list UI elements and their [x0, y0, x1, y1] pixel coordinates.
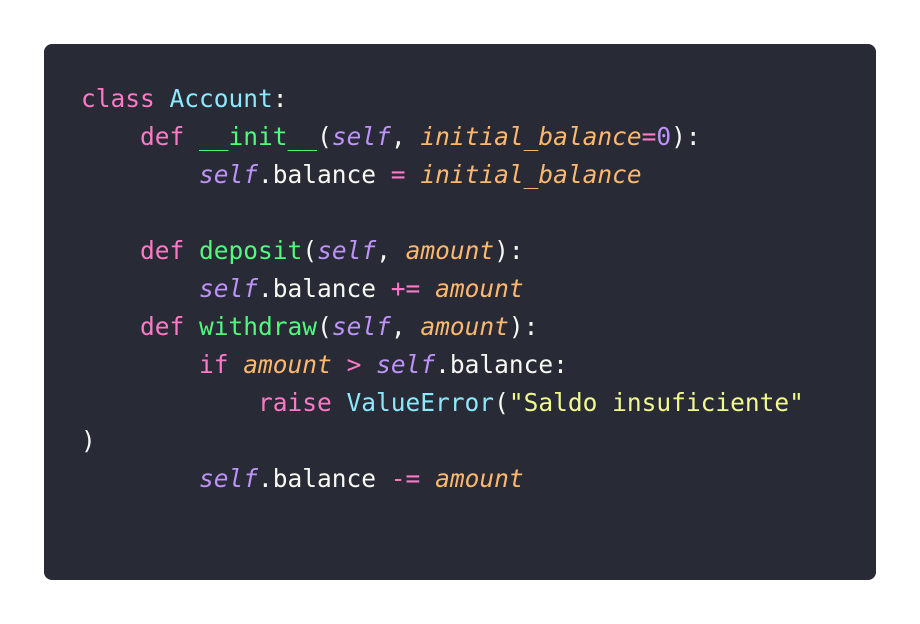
- code-block: class Account: def __init__(self, initia…: [81, 80, 804, 498]
- code-token: ):: [494, 236, 524, 265]
- code-token: -=: [390, 464, 421, 493]
- code-line: if amount > self.balance:: [81, 346, 804, 384]
- code-token: def: [140, 122, 185, 151]
- code-line: ): [81, 422, 804, 460]
- code-token: amount: [435, 274, 524, 303]
- code-line: self.balance += amount: [81, 270, 804, 308]
- code-token: .balance: [258, 274, 391, 303]
- code-token: amount: [420, 312, 509, 341]
- code-token: ):: [508, 312, 539, 341]
- code-token: withdraw: [199, 312, 318, 341]
- code-line: class Account:: [81, 80, 804, 118]
- code-token: (: [317, 312, 332, 341]
- code-token: =: [641, 122, 657, 151]
- code-token: +=: [390, 274, 421, 303]
- code-token: .balance: [258, 464, 391, 493]
- code-token: ,: [376, 236, 406, 265]
- code-token: ,: [390, 122, 421, 151]
- code-line: def withdraw(self, amount):: [81, 308, 804, 346]
- code-token: amount: [243, 350, 332, 379]
- code-token: self: [199, 274, 259, 303]
- code-token: raise: [258, 388, 332, 417]
- code-block-panel: class Account: def __init__(self, initia…: [44, 44, 876, 580]
- code-token: (: [494, 388, 509, 417]
- code-token: initial_balance: [420, 122, 642, 151]
- code-token: >: [346, 350, 362, 379]
- code-token: self: [376, 350, 436, 379]
- code-line: def deposit(self, amount):: [81, 232, 804, 270]
- code-token: =: [390, 160, 406, 189]
- code-token: self: [331, 312, 391, 341]
- code-token: .balance:: [435, 350, 568, 379]
- code-token: amount: [435, 464, 524, 493]
- code-line: def __init__(self, initial_balance=0):: [81, 118, 804, 156]
- code-token: ): [81, 426, 96, 455]
- code-token: ValueError: [346, 388, 495, 417]
- code-token: :: [272, 84, 288, 113]
- code-token: deposit: [199, 236, 303, 265]
- code-token: self: [317, 236, 377, 265]
- code-line: self.balance = initial_balance: [81, 156, 804, 194]
- code-token: self: [331, 122, 391, 151]
- code-token: (: [302, 236, 318, 265]
- code-token: (: [317, 122, 332, 151]
- code-token: ,: [390, 312, 421, 341]
- code-token: def: [140, 312, 185, 341]
- code-token: initial_balance: [420, 160, 642, 189]
- code-line: self.balance -= amount: [81, 460, 804, 498]
- code-token: .balance: [258, 160, 391, 189]
- code-token: "Saldo insuficiente": [508, 388, 804, 417]
- code-token: ):: [671, 122, 701, 151]
- code-token: amount: [405, 236, 495, 265]
- code-token: self: [199, 464, 259, 493]
- code-token: def: [140, 236, 185, 265]
- code-token: 0: [656, 122, 672, 151]
- code-token: self: [199, 160, 259, 189]
- code-token: __init__: [199, 122, 318, 151]
- code-line: raise ValueError("Saldo insuficiente": [81, 384, 804, 422]
- code-token: if: [199, 350, 229, 379]
- code-token: Account: [169, 84, 273, 113]
- code-token: class: [81, 84, 155, 113]
